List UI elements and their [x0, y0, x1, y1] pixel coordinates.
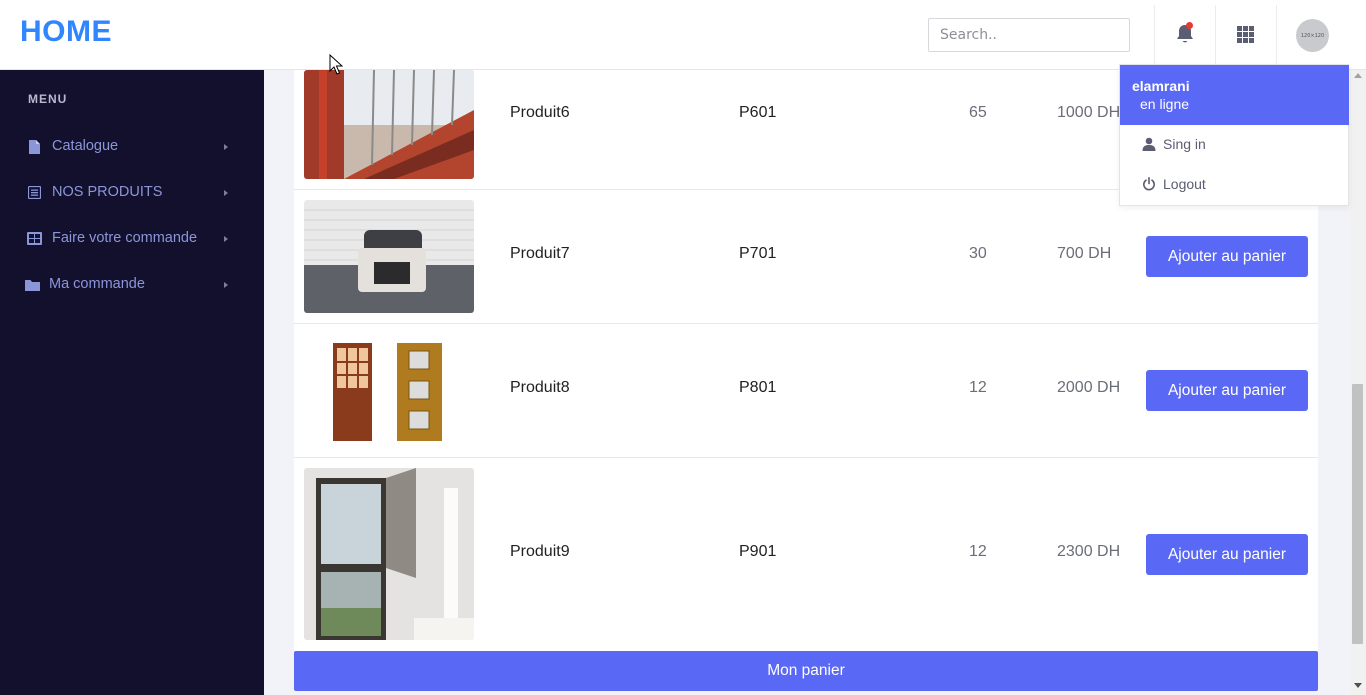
product-qty: 12 — [969, 543, 987, 560]
product-price: 1000 DH — [1057, 104, 1121, 121]
sidebar-item-catalogue[interactable]: Catalogue — [0, 129, 264, 165]
topbar-divider — [1215, 5, 1216, 65]
sidebar-item-label: Catalogue — [52, 138, 119, 154]
product-price: 2000 DH — [1057, 379, 1121, 396]
scrollbar-thumb[interactable] — [1352, 384, 1363, 644]
caret-right-icon — [224, 282, 228, 288]
menu-title: MENU — [28, 92, 68, 106]
sidebar-item-ma-commande[interactable]: Ma commande — [0, 267, 264, 303]
topbar-divider — [1154, 5, 1155, 65]
notification-dot — [1186, 22, 1193, 29]
product-image — [304, 70, 474, 179]
product-qty: 65 — [969, 104, 987, 121]
product-code: P801 — [739, 379, 777, 396]
list-icon — [28, 186, 41, 199]
sidebar-item-nos-produits[interactable]: NOS PRODUITS — [0, 175, 264, 211]
sidebar-item-label: Faire votre commande — [52, 230, 198, 246]
power-icon — [1143, 177, 1155, 191]
caret-right-icon — [224, 190, 228, 196]
product-code: P901 — [739, 543, 777, 560]
user-status: en ligne — [1140, 96, 1190, 112]
product-price: 2300 DH — [1057, 543, 1121, 560]
sidebar-item-faire-votre-commande[interactable]: Faire votre commande — [0, 221, 264, 257]
caret-right-icon — [224, 236, 228, 242]
product-code: P601 — [739, 104, 777, 121]
username: elamrani — [1132, 78, 1190, 94]
my-cart-button[interactable]: Mon panier — [294, 651, 1318, 691]
product-price: 700 DH — [1057, 245, 1112, 262]
product-code: P701 — [739, 245, 777, 262]
sidebar: MENU Catalogue NOS PRODUITS Faire votre … — [0, 70, 264, 695]
product-image — [304, 468, 474, 640]
table-row: Produit9 P901 12 2300 DH Ajouter au pani… — [294, 458, 1318, 654]
product-name: Produit9 — [510, 543, 570, 560]
file-icon — [29, 140, 40, 154]
product-image — [304, 200, 474, 313]
folder-icon — [25, 280, 40, 291]
product-name: Produit7 — [510, 245, 570, 262]
scroll-down-icon[interactable] — [1354, 683, 1362, 688]
user-dropdown: elamrani en ligne Sing in Logout — [1119, 64, 1349, 206]
sidebar-item-label: Ma commande — [49, 276, 145, 292]
dropdown-item-sign-in[interactable]: Sing in — [1120, 126, 1349, 162]
product-name: Produit6 — [510, 104, 570, 121]
scroll-up-icon[interactable] — [1354, 73, 1362, 78]
topbar-divider — [1276, 5, 1277, 65]
mouse-cursor-icon — [329, 54, 343, 75]
table-icon — [27, 232, 42, 245]
product-qty: 12 — [969, 379, 987, 396]
grid-icon[interactable] — [1237, 26, 1254, 43]
sidebar-item-label: NOS PRODUITS — [52, 184, 163, 200]
dropdown-item-logout[interactable]: Logout — [1120, 166, 1349, 202]
product-qty: 30 — [969, 245, 987, 262]
add-to-cart-button[interactable]: Ajouter au panier — [1146, 236, 1308, 277]
brand-logo[interactable]: HOME — [20, 15, 112, 49]
caret-right-icon — [224, 144, 228, 150]
dropdown-item-label: Sing in — [1163, 136, 1206, 152]
add-to-cart-button[interactable]: Ajouter au panier — [1146, 370, 1308, 411]
search-input[interactable] — [928, 18, 1130, 52]
add-to-cart-button[interactable]: Ajouter au panier — [1146, 534, 1308, 575]
avatar[interactable]: 120×120 — [1296, 19, 1329, 52]
dropdown-item-label: Logout — [1163, 176, 1206, 192]
user-icon — [1142, 137, 1156, 151]
table-row: Produit7 P701 30 700 DH Ajouter au panie… — [294, 190, 1318, 324]
user-dropdown-header: elamrani en ligne — [1120, 65, 1349, 125]
scrollbar[interactable] — [1350, 70, 1366, 695]
product-image — [304, 336, 474, 445]
top-bar: HOME 120×120 — [0, 0, 1366, 70]
table-row: Produit8 P801 12 2000 DH Ajouter au pani… — [294, 324, 1318, 458]
product-name: Produit8 — [510, 379, 570, 396]
